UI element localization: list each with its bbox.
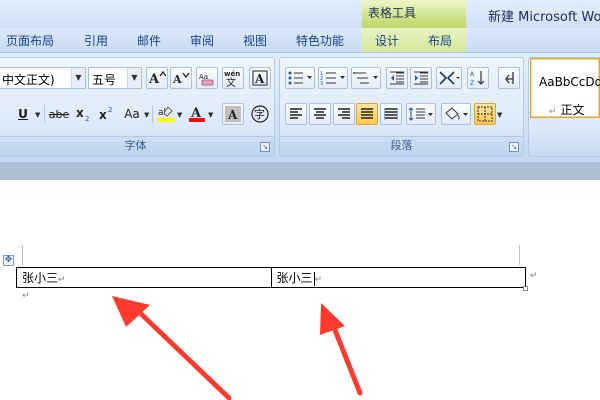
arrow-2-icon [320,303,363,396]
annotation-arrows [112,296,363,400]
arrow-1-icon [112,296,232,400]
